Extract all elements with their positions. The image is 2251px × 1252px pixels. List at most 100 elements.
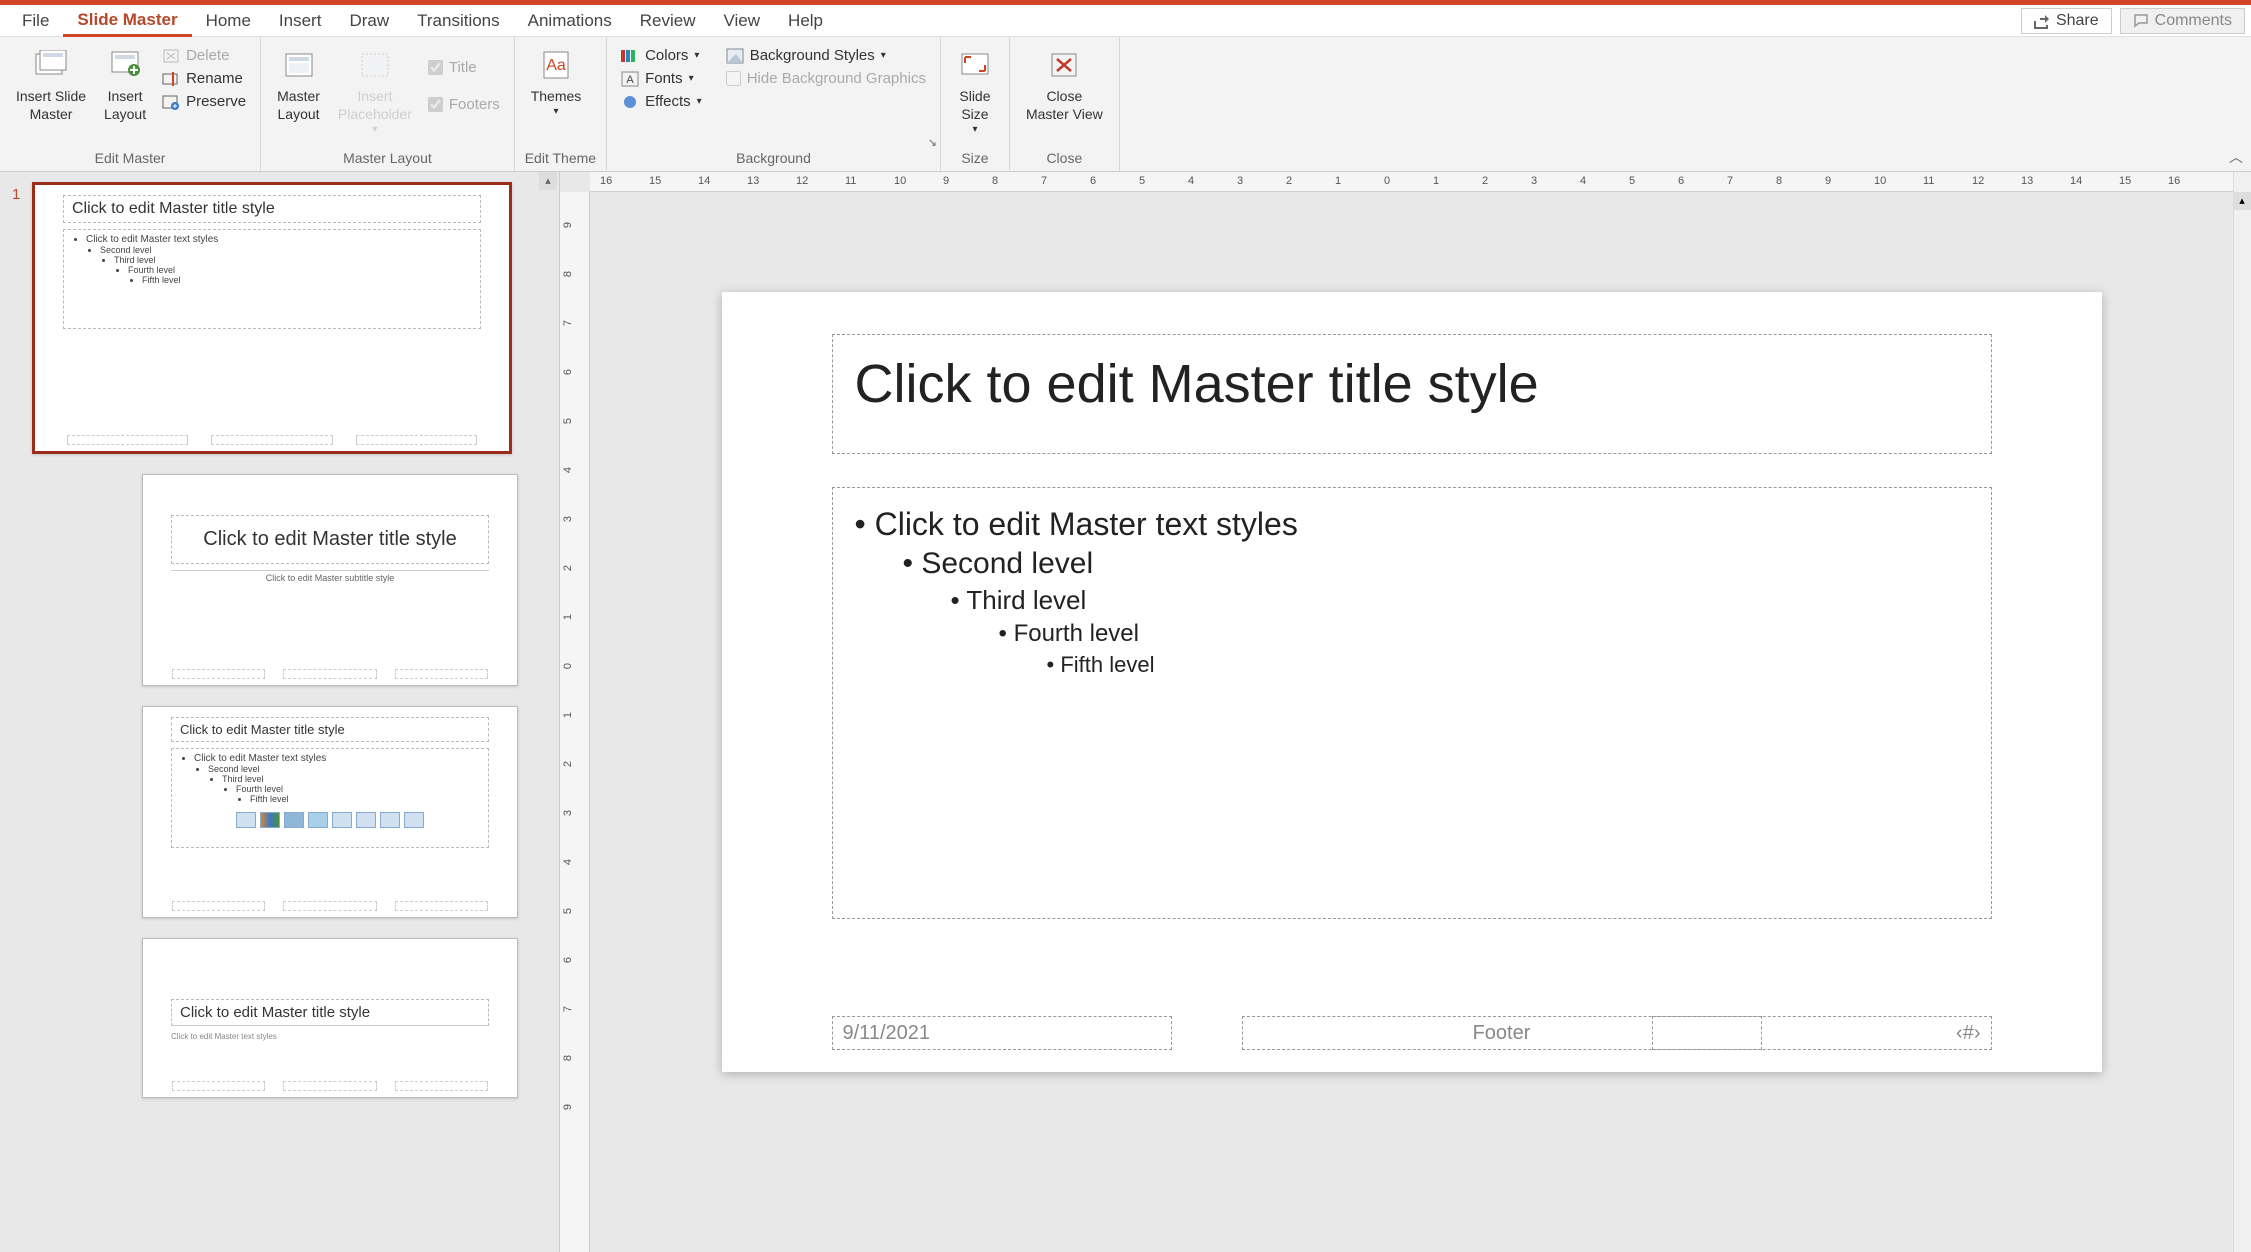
slide-canvas-area[interactable]: Click to edit Master title style Click t… — [590, 172, 2233, 1252]
master-layout-button[interactable]: Master Layout — [271, 45, 326, 125]
thumb-layout-3[interactable]: Click to edit Master title style Click t… — [142, 938, 518, 1098]
thumbnail-panel[interactable]: ▴ 1 Click to edit Master title style Cli… — [0, 172, 560, 1252]
rename-button[interactable]: Rename — [158, 68, 250, 89]
thumb-layout-1[interactable]: Click to edit Master title style Click t… — [142, 474, 518, 686]
insert-placeholder-button[interactable]: Insert Placeholder ▾ — [332, 45, 418, 138]
themes-icon: Aa — [538, 47, 574, 83]
chevron-down-icon: ▾ — [697, 96, 702, 107]
h-ruler-tick: 12 — [1972, 175, 1984, 187]
close-master-label: Close Master View — [1026, 87, 1103, 123]
scroll-up-button[interactable]: ▴ — [2233, 192, 2251, 210]
thumb-layout1-footers — [143, 669, 517, 679]
body-level-3: Third level — [855, 585, 1969, 616]
slide-master-canvas[interactable]: Click to edit Master title style Click t… — [722, 292, 2102, 1072]
comments-button[interactable]: Comments — [2120, 8, 2245, 34]
master-layout-label: Master Layout — [277, 87, 320, 123]
rename-label: Rename — [186, 70, 243, 87]
delete-button: Delete — [158, 45, 250, 66]
h-ruler-tick: 16 — [600, 175, 612, 187]
background-styles-icon — [726, 48, 744, 64]
ribbon-collapse-button[interactable]: ︿ — [2229, 147, 2243, 167]
insert-chart-icon — [260, 812, 280, 828]
horizontal-ruler[interactable]: 1615141312111098765432101234567891011121… — [590, 172, 2233, 192]
vertical-scrollbar[interactable] — [2233, 172, 2251, 1252]
tab-review[interactable]: Review — [626, 5, 710, 37]
insert-slide-master-button[interactable]: Insert Slide Master — [10, 45, 92, 125]
effects-icon — [621, 94, 639, 110]
date-placeholder[interactable]: 9/11/2021 — [832, 1016, 1172, 1050]
insert-layout-button[interactable]: Insert Layout — [98, 45, 152, 125]
themes-button[interactable]: Aa Themes ▾ — [525, 45, 588, 120]
h-ruler-tick: 13 — [747, 175, 759, 187]
background-dialog-launcher[interactable]: ↘ — [928, 136, 937, 149]
fonts-button[interactable]: A Fonts ▾ — [617, 68, 706, 89]
slide-size-icon — [957, 47, 993, 83]
group-size-label: Size — [951, 147, 999, 169]
thumbnail-layout-title-content[interactable]: Click to edit Master title style Click t… — [0, 706, 559, 918]
title-checkbox: Title — [424, 57, 504, 78]
h-ruler-tick: 13 — [2021, 175, 2033, 187]
v-ruler-tick: 3 — [562, 810, 586, 816]
tab-draw[interactable]: Draw — [335, 5, 403, 37]
fonts-label: Fonts — [645, 70, 683, 87]
h-ruler-tick: 11 — [845, 175, 856, 187]
v-ruler-tick: 9 — [562, 222, 586, 228]
v-ruler-tick: 2 — [562, 565, 586, 571]
colors-button[interactable]: Colors ▾ — [617, 45, 706, 66]
h-ruler-tick: 5 — [1629, 175, 1635, 187]
h-ruler-tick: 10 — [894, 175, 906, 187]
tab-help[interactable]: Help — [774, 5, 837, 37]
main-area: ▴ 1 Click to edit Master title style Cli… — [0, 172, 2251, 1252]
h-ruler-tick: 8 — [1776, 175, 1782, 187]
body-level-1: Click to edit Master text styles — [855, 506, 1969, 543]
thumbnail-master-number: 1 — [12, 182, 32, 203]
preserve-icon — [162, 94, 180, 110]
content-placeholder-icons — [180, 812, 480, 828]
effects-button[interactable]: Effects ▾ — [617, 91, 706, 112]
delete-label: Delete — [186, 47, 229, 64]
h-ruler-tick: 4 — [1188, 175, 1194, 187]
close-master-view-button[interactable]: Close Master View — [1020, 45, 1109, 125]
tab-file[interactable]: File — [8, 5, 63, 37]
group-close: Close Master View Close — [1010, 37, 1120, 171]
thumbnail-layout-section-header[interactable]: Click to edit Master title style Click t… — [0, 938, 559, 1098]
master-body-placeholder[interactable]: Click to edit Master text styles Second … — [832, 487, 1992, 919]
thumbnail-layout-title-slide[interactable]: Click to edit Master title style Click t… — [0, 474, 559, 686]
themes-label: Themes — [531, 87, 582, 105]
share-button[interactable]: Share — [2021, 8, 2112, 34]
thumb-layout1-subtitle: Click to edit Master subtitle style — [171, 570, 489, 583]
slide-number-placeholder[interactable]: ‹#› — [1652, 1016, 1992, 1050]
h-ruler-tick: 4 — [1580, 175, 1586, 187]
comment-icon — [2133, 13, 2149, 29]
preserve-button[interactable]: Preserve — [158, 91, 250, 112]
svg-text:Aa: Aa — [546, 57, 566, 74]
v-ruler-tick: 8 — [562, 271, 586, 277]
v-ruler-tick: 4 — [562, 467, 586, 473]
h-ruler-tick: 8 — [992, 175, 998, 187]
chevron-down-icon: ▾ — [881, 50, 886, 61]
h-ruler-tick: 14 — [2070, 175, 2082, 187]
thumb-footer-center — [211, 435, 333, 445]
v-ruler-tick: 8 — [562, 1055, 586, 1061]
thumb-layout-2[interactable]: Click to edit Master title style Click t… — [142, 706, 518, 918]
group-edit-theme-label: Edit Theme — [525, 147, 596, 169]
svg-text:A: A — [626, 74, 634, 86]
tab-insert[interactable]: Insert — [265, 5, 336, 37]
slide-size-button[interactable]: Slide Size ▾ — [951, 45, 999, 138]
h-ruler-tick: 11 — [1923, 175, 1934, 187]
tab-view[interactable]: View — [710, 5, 775, 37]
tab-home[interactable]: Home — [192, 5, 265, 37]
insert-slide-master-label: Insert Slide Master — [16, 87, 86, 123]
h-ruler-tick: 15 — [649, 175, 661, 187]
master-title-placeholder[interactable]: Click to edit Master title style — [832, 334, 1992, 454]
thumbnail-master[interactable]: 1 Click to edit Master title style Click… — [0, 182, 559, 454]
tab-transitions[interactable]: Transitions — [403, 5, 514, 37]
group-master-layout-label: Master Layout — [271, 147, 504, 169]
h-ruler-tick: 0 — [1384, 175, 1390, 187]
background-styles-button[interactable]: Background Styles ▾ — [722, 45, 930, 66]
thumb-scroll-up[interactable]: ▴ — [539, 172, 557, 190]
vertical-ruler[interactable]: 9876543210123456789 — [560, 192, 590, 1252]
tab-slide-master[interactable]: Slide Master — [63, 4, 191, 37]
tab-animations[interactable]: Animations — [514, 5, 626, 37]
thumbnail-master-slide[interactable]: Click to edit Master title style Click t… — [32, 182, 512, 454]
